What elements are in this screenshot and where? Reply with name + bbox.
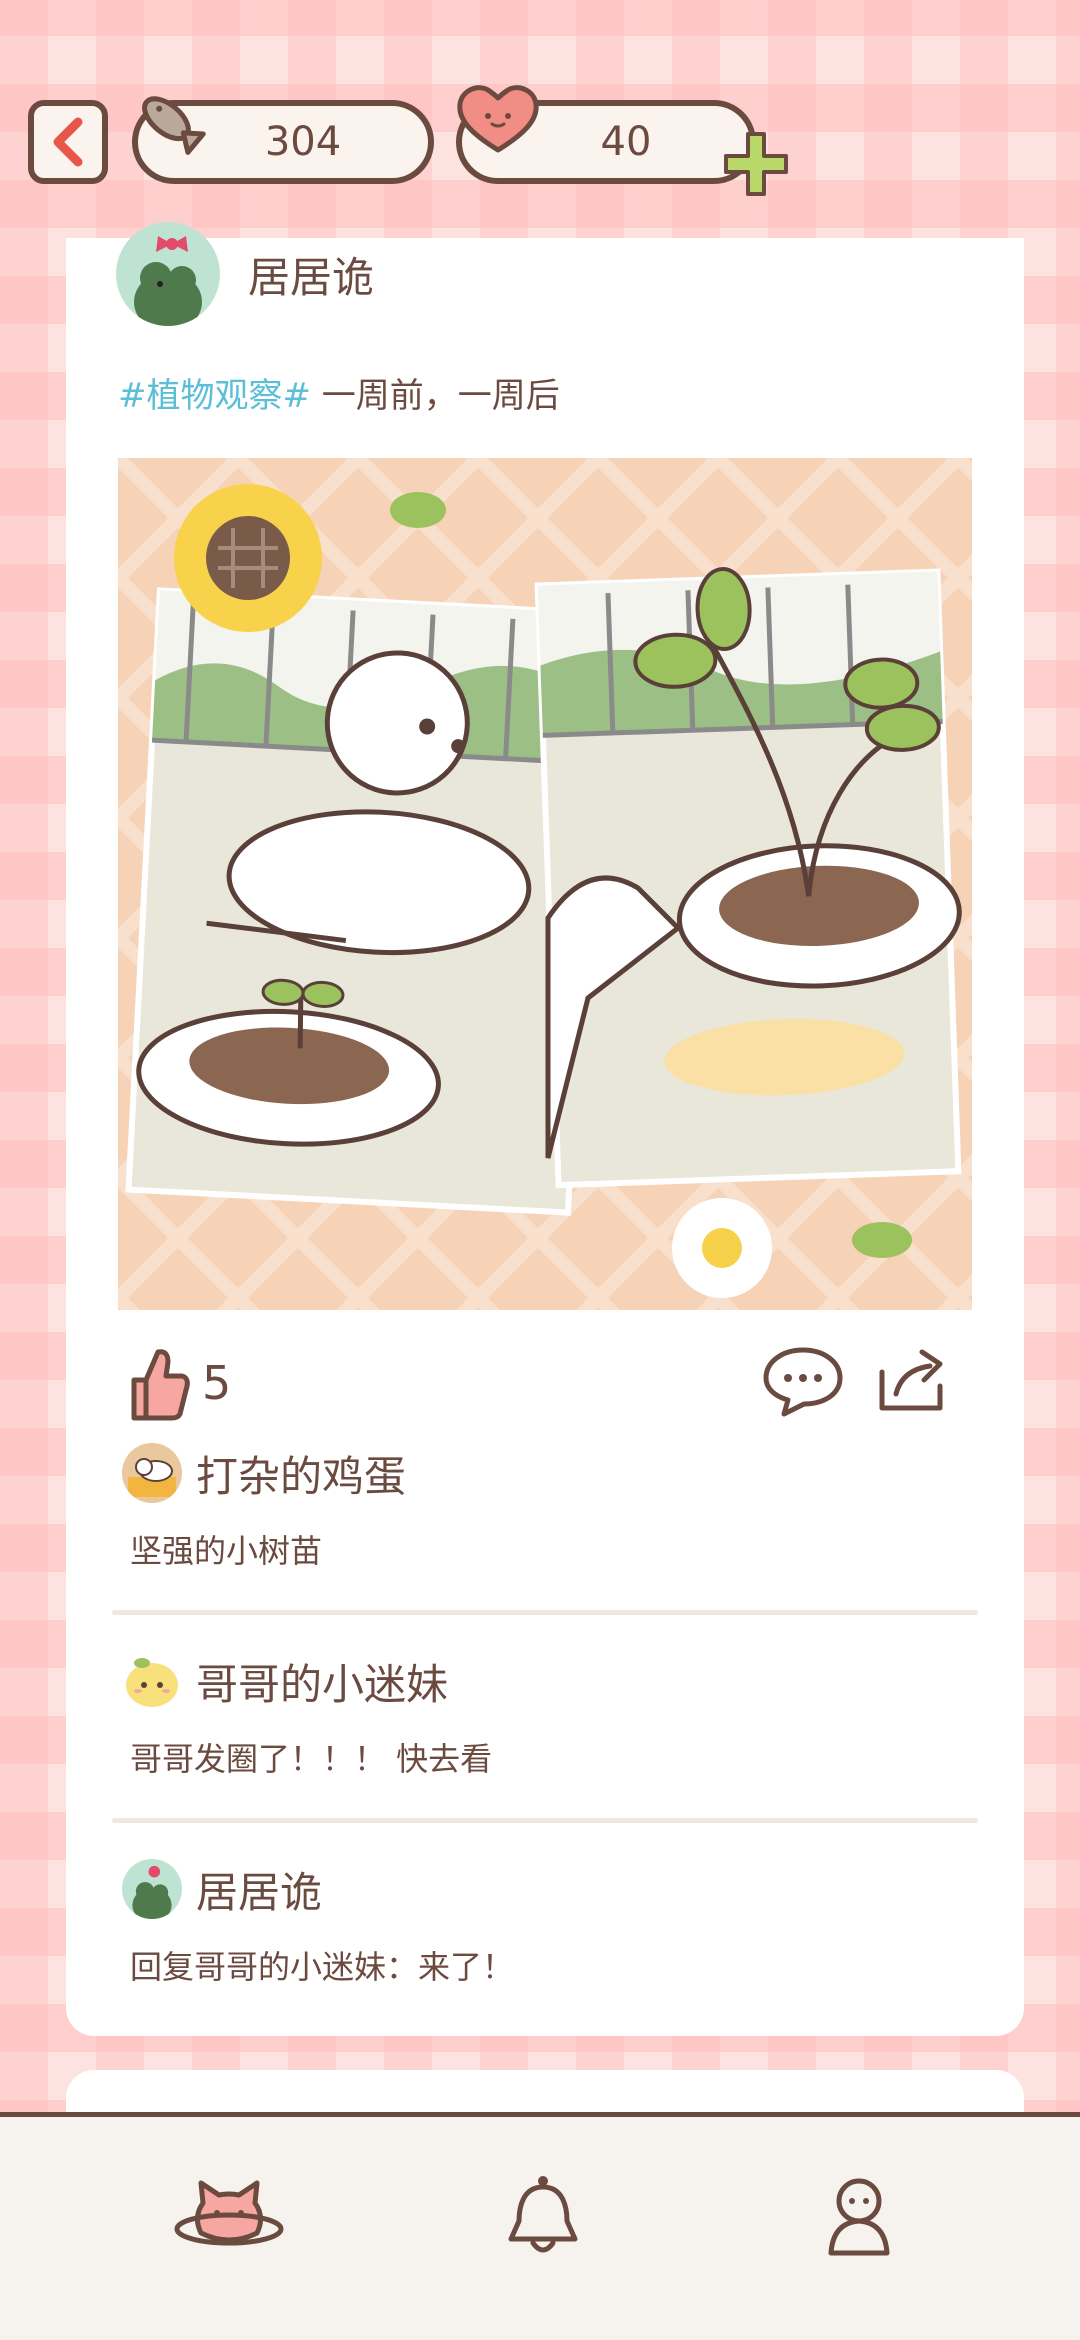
bottom-navigation — [0, 2112, 1080, 2340]
comment-author[interactable]: 打杂的鸡蛋 — [196, 1443, 406, 1504]
nav-notifications-button[interactable] — [478, 2157, 608, 2277]
profile-icon — [828, 2178, 890, 2256]
fish-icon — [142, 96, 206, 155]
heart-count: 40 — [600, 119, 652, 165]
comment-item: 打杂的鸡蛋 坚强的小树苗 — [122, 1438, 982, 1572]
avatar[interactable] — [122, 1443, 182, 1503]
comment-text: 坚强的小树苗 — [130, 1532, 323, 1570]
post-illustration — [118, 458, 972, 1310]
speech-bubble-icon[interactable] — [762, 1344, 844, 1418]
sunflower-decoration — [174, 484, 322, 632]
lemon-avatar-icon — [122, 1651, 182, 1711]
post-image[interactable] — [118, 458, 972, 1310]
share-icon[interactable] — [874, 1342, 950, 1416]
heart-icon — [457, 85, 539, 153]
nav-home-button[interactable] — [164, 2157, 294, 2277]
avatar[interactable] — [122, 1651, 182, 1711]
comment-author[interactable]: 哥哥的小迷妹 — [196, 1651, 448, 1712]
chevron-left-icon — [53, 117, 83, 167]
divider — [112, 1610, 978, 1615]
comment-text: 回复哥哥的小迷妹：来了！ — [130, 1948, 515, 1986]
hashtag-link[interactable]: #植物观察# — [118, 376, 311, 416]
post-actions: 5 — [66, 1338, 1024, 1438]
cat-avatar-icon — [122, 1443, 182, 1503]
back-button[interactable] — [28, 100, 108, 184]
post-author[interactable]: 居居诡 — [116, 222, 374, 338]
cactus-avatar-icon — [116, 222, 220, 326]
post-text: 一周前，一周后 — [310, 376, 560, 416]
thumbs-up-icon[interactable] — [126, 1344, 192, 1424]
like-count: 5 — [202, 1356, 232, 1410]
fish-count: 304 — [264, 119, 342, 165]
comment-text: 哥哥发圈了！！！ 快去看 — [130, 1740, 493, 1778]
comment-item: 居居诡 回复哥哥的小迷妹：来了！ — [122, 1854, 982, 1988]
bell-icon — [508, 2176, 578, 2253]
plus-icon[interactable] — [720, 128, 792, 200]
cat-planet-icon — [174, 2180, 284, 2246]
comment-item: 哥哥的小迷妹 哥哥发圈了！！！ 快去看 — [122, 1646, 982, 1780]
post-caption: #植物观察# 一周前，一周后 — [118, 368, 560, 417]
comment-author[interactable]: 居居诡 — [196, 1859, 322, 1920]
top-bar: 304 40 — [0, 0, 1080, 200]
author-name[interactable]: 居居诡 — [248, 244, 374, 305]
avatar[interactable] — [122, 1859, 182, 1919]
divider — [112, 1818, 978, 1823]
cactus-avatar-icon — [122, 1859, 182, 1919]
nav-profile-button[interactable] — [794, 2157, 924, 2277]
avatar[interactable] — [116, 222, 220, 326]
post-card: 居居诡 #植物观察# 一周前，一周后 5 打杂的鸡蛋 坚强的小树苗 哥哥的小迷妹… — [66, 222, 1024, 2036]
